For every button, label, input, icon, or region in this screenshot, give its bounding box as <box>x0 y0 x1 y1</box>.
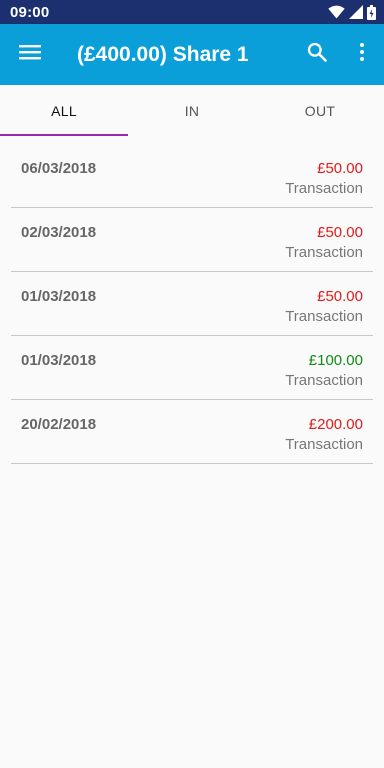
transaction-amount: £50.00 <box>317 224 363 241</box>
menu-button[interactable] <box>0 24 60 85</box>
tab-all[interactable]: ALL <box>0 85 128 136</box>
battery-icon <box>367 4 376 20</box>
more-vert-icon <box>359 42 365 67</box>
list-item[interactable]: 20/02/2018 £200.00 Transaction <box>11 400 373 464</box>
list-item[interactable]: 02/03/2018 £50.00 Transaction <box>11 208 373 272</box>
transaction-amount: £200.00 <box>308 416 363 433</box>
transaction-details: £50.00 Transaction <box>285 216 363 271</box>
transaction-date: 02/03/2018 <box>21 224 97 241</box>
list-item[interactable]: 01/03/2018 £50.00 Transaction <box>11 272 373 336</box>
status-time: 09:00 <box>10 3 50 21</box>
transaction-description: Transaction <box>285 244 363 261</box>
tab-out[interactable]: OUT <box>256 85 384 136</box>
app-bar: (£400.00) Share 1 <box>0 24 384 85</box>
tab-bar: ALL IN OUT <box>0 85 384 136</box>
list-item[interactable]: 01/03/2018 £100.00 Transaction <box>11 336 373 400</box>
more-options-button[interactable] <box>340 24 384 85</box>
status-bar: 09:00 <box>0 0 384 24</box>
transaction-description: Transaction <box>285 180 363 197</box>
search-button[interactable] <box>294 24 340 85</box>
wifi-icon <box>328 5 345 19</box>
transaction-description: Transaction <box>285 372 363 389</box>
transaction-list: 06/03/2018 £50.00 Transaction 02/03/2018… <box>11 144 373 464</box>
transaction-details: £50.00 Transaction <box>285 280 363 335</box>
transaction-details: £100.00 Transaction <box>285 344 363 399</box>
transaction-amount: £50.00 <box>317 160 363 177</box>
transaction-date: 01/03/2018 <box>21 288 97 305</box>
transaction-date: 06/03/2018 <box>21 160 97 177</box>
transaction-date: 01/03/2018 <box>21 352 97 369</box>
status-icons <box>328 4 376 20</box>
transaction-description: Transaction <box>285 436 363 453</box>
menu-icon <box>19 43 41 66</box>
page-title: (£400.00) Share 1 <box>77 42 249 66</box>
signal-icon <box>349 5 363 19</box>
search-icon <box>307 42 327 67</box>
tab-in[interactable]: IN <box>128 85 256 136</box>
list-item[interactable]: 06/03/2018 £50.00 Transaction <box>11 144 373 208</box>
transaction-details: £200.00 Transaction <box>285 408 363 463</box>
transaction-amount: £50.00 <box>317 288 363 305</box>
transaction-amount: £100.00 <box>308 352 363 369</box>
transaction-details: £50.00 Transaction <box>285 152 363 207</box>
transaction-date: 20/02/2018 <box>21 416 97 433</box>
transaction-description: Transaction <box>285 308 363 325</box>
